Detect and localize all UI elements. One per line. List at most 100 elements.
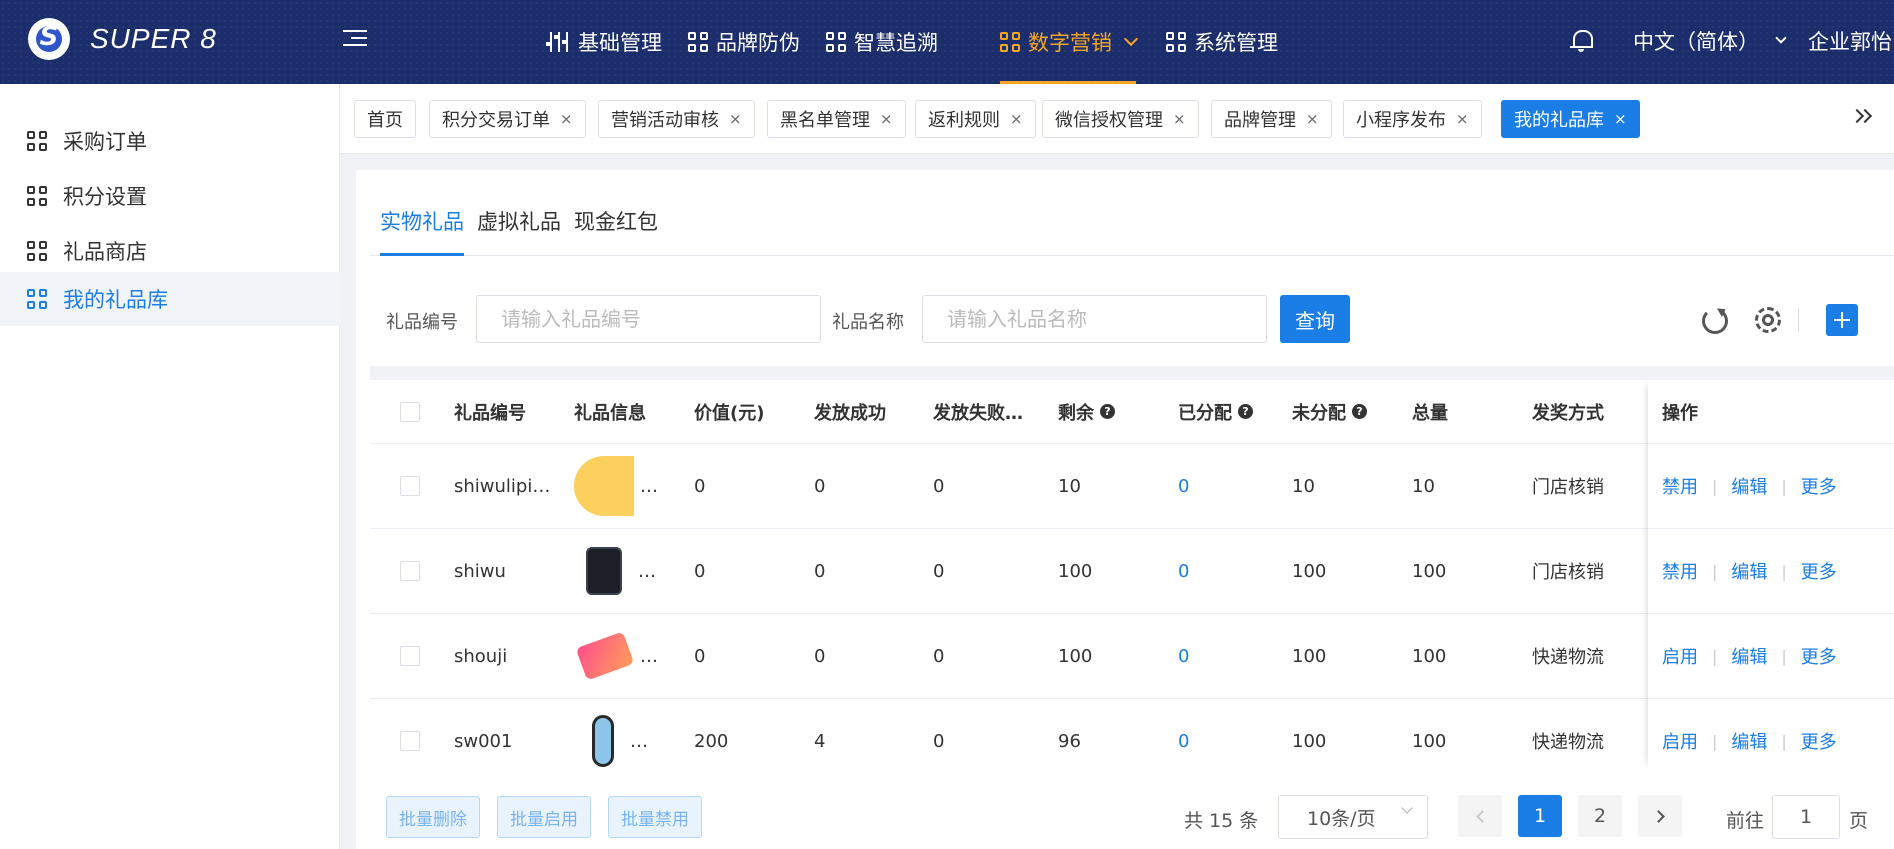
- row-checkbox[interactable]: [400, 561, 420, 581]
- add-gift-button[interactable]: [1826, 304, 1858, 336]
- toggle-status-link[interactable]: 启用: [1662, 643, 1698, 669]
- tab-cash-red-packet[interactable]: 现金红包: [574, 206, 658, 256]
- gift-allocated[interactable]: 0: [1178, 529, 1189, 613]
- op-divider: |: [1712, 476, 1718, 496]
- toggle-status-link[interactable]: 启用: [1662, 728, 1698, 754]
- edit-link[interactable]: 编辑: [1731, 558, 1767, 584]
- gift-success: 0: [814, 560, 826, 582]
- gift-thumbnail[interactable]: [575, 631, 635, 681]
- tag-points-orders[interactable]: 积分交易订单 ×: [429, 100, 586, 138]
- page-1-button[interactable]: 1: [1518, 795, 1562, 837]
- close-icon[interactable]: ×: [1173, 110, 1186, 128]
- nav-item-marketing[interactable]: 数字营销: [1000, 0, 1139, 84]
- more-link[interactable]: 更多: [1801, 643, 1837, 669]
- col-total: 总量: [1412, 402, 1448, 424]
- row-checkbox[interactable]: [400, 731, 420, 751]
- goto-page-input[interactable]: [1772, 795, 1840, 839]
- tag-my-gift-library[interactable]: 我的礼品库 ×: [1501, 100, 1640, 138]
- sliders-icon: [546, 32, 570, 52]
- gift-name-input[interactable]: [922, 295, 1267, 343]
- gift-remaining: 100: [1058, 645, 1093, 667]
- prev-page-button[interactable]: [1458, 795, 1502, 837]
- page-size-label: 10条/页: [1307, 807, 1376, 830]
- nav-label: 智慧追溯: [854, 31, 938, 55]
- logo[interactable]: SUPER 8: [28, 18, 217, 60]
- tag-blacklist[interactable]: 黑名单管理 ×: [767, 100, 906, 138]
- gift-code-input[interactable]: [476, 295, 821, 343]
- help-icon[interactable]: ?: [1100, 404, 1115, 419]
- op-divider: |: [1781, 646, 1787, 666]
- nav-label: 品牌防伪: [716, 31, 800, 55]
- toggle-status-link[interactable]: 禁用: [1662, 473, 1698, 499]
- tab-virtual-gift[interactable]: 虚拟礼品: [477, 206, 561, 256]
- query-button[interactable]: 查询: [1280, 295, 1350, 343]
- gear-icon[interactable]: [1754, 306, 1782, 334]
- nav-item-anticounterfeit[interactable]: 品牌防伪: [688, 0, 800, 84]
- page-size-select[interactable]: 10条/页: [1278, 795, 1428, 839]
- nav-item-system[interactable]: 系统管理: [1166, 0, 1278, 84]
- gift-success: 4: [814, 730, 826, 752]
- row-checkbox[interactable]: [400, 646, 420, 666]
- toggle-status-link[interactable]: 禁用: [1662, 558, 1698, 584]
- more-link[interactable]: 更多: [1801, 473, 1837, 499]
- more-link[interactable]: 更多: [1801, 728, 1837, 754]
- gift-thumbnail[interactable]: [586, 547, 622, 595]
- edit-link[interactable]: 编辑: [1731, 473, 1767, 499]
- edit-link[interactable]: 编辑: [1731, 728, 1767, 754]
- tag-label: 积分交易订单: [442, 110, 550, 131]
- select-all-checkbox[interactable]: [400, 401, 420, 422]
- sidebar-item-my-gift-library[interactable]: 我的礼品库: [0, 272, 340, 326]
- tag-wechat-auth[interactable]: 微信授权管理 ×: [1042, 100, 1199, 138]
- nav-label: 数字营销: [1028, 31, 1112, 55]
- close-icon[interactable]: ×: [1614, 110, 1627, 128]
- gift-success: 0: [814, 475, 826, 497]
- gift-allocated[interactable]: 0: [1178, 699, 1189, 770]
- bell-icon[interactable]: [1570, 28, 1593, 52]
- nav-item-basic[interactable]: 基础管理: [546, 0, 662, 84]
- tag-rebate-rules[interactable]: 返利规则 ×: [915, 100, 1036, 138]
- user-name[interactable]: 企业郭怡: [1808, 26, 1894, 56]
- edit-link[interactable]: 编辑: [1731, 643, 1767, 669]
- sidebar-item-points-settings[interactable]: 积分设置: [0, 169, 340, 223]
- batch-delete-button[interactable]: 批量删除: [386, 796, 480, 838]
- gift-allocated[interactable]: 0: [1178, 614, 1189, 698]
- refresh-icon[interactable]: [1700, 306, 1728, 334]
- tag-activity-review[interactable]: 营销活动审核 ×: [598, 100, 755, 138]
- gift-unallocated: 100: [1292, 730, 1327, 752]
- batch-enable-button[interactable]: 批量启用: [497, 796, 591, 838]
- col-fail: 发放失败…: [933, 402, 1023, 424]
- help-icon[interactable]: ?: [1238, 404, 1253, 419]
- page-2-button[interactable]: 2: [1578, 795, 1622, 837]
- logo-mark-icon: [28, 18, 70, 60]
- next-page-button[interactable]: [1638, 795, 1682, 837]
- batch-disable-button[interactable]: 批量禁用: [608, 796, 702, 838]
- close-icon[interactable]: ×: [560, 110, 573, 128]
- language-select[interactable]: 中文（简体）: [1633, 26, 1787, 56]
- close-icon[interactable]: ×: [1456, 110, 1469, 128]
- chevron-right-icon: [1651, 809, 1665, 823]
- row-checkbox[interactable]: [400, 476, 420, 496]
- grid-icon: [27, 241, 47, 261]
- close-icon[interactable]: ×: [1306, 110, 1319, 128]
- grid-icon: [1000, 32, 1020, 52]
- gift-allocated[interactable]: 0: [1178, 444, 1189, 528]
- col-gift-info: 礼品信息: [574, 402, 646, 424]
- nav-item-trace[interactable]: 智慧追溯: [826, 0, 938, 84]
- close-icon[interactable]: ×: [880, 110, 893, 128]
- tag-miniprogram-publish[interactable]: 小程序发布 ×: [1343, 100, 1482, 138]
- gift-thumbnail[interactable]: [574, 456, 634, 516]
- tag-brand-management[interactable]: 品牌管理 ×: [1211, 100, 1332, 138]
- more-link[interactable]: 更多: [1801, 558, 1837, 584]
- sidebar-item-gift-shop[interactable]: 礼品商店: [0, 224, 340, 278]
- tab-physical-gift[interactable]: 实物礼品: [380, 206, 464, 256]
- tag-label: 品牌管理: [1224, 110, 1296, 131]
- help-icon[interactable]: ?: [1352, 404, 1367, 419]
- double-chevron-right-icon[interactable]: [1849, 108, 1876, 128]
- menu-toggle-icon[interactable]: [343, 30, 367, 52]
- sidebar: 采购订单 积分设置 礼品商店 我的礼品库: [0, 84, 340, 849]
- close-icon[interactable]: ×: [1010, 110, 1023, 128]
- tag-home[interactable]: 首页: [354, 100, 416, 138]
- close-icon[interactable]: ×: [729, 110, 742, 128]
- sidebar-item-purchase-orders[interactable]: 采购订单: [0, 114, 340, 168]
- gift-thumbnail[interactable]: [592, 715, 614, 767]
